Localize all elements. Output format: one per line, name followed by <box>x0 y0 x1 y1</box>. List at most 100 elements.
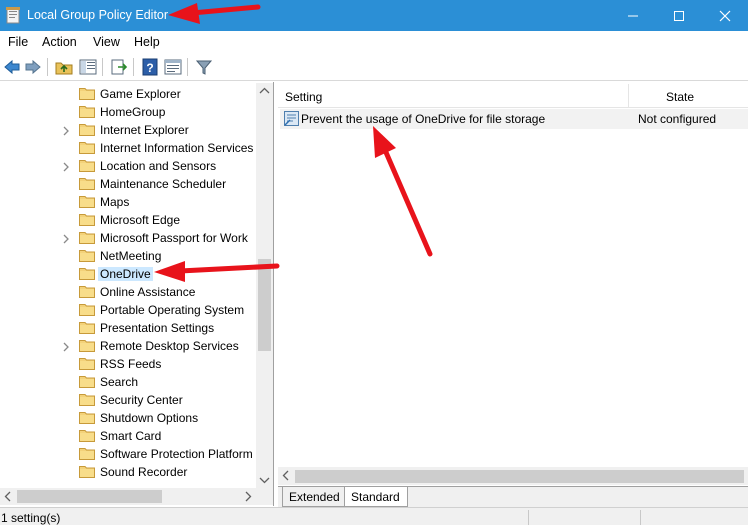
tree-horizontal-scrollbar[interactable] <box>0 488 256 505</box>
folder-icon <box>79 339 95 352</box>
toolbar: ? <box>0 53 748 81</box>
policy-editor-app-icon <box>6 7 20 24</box>
tree-hscroll-thumb[interactable] <box>17 490 162 503</box>
tree-item[interactable]: Microsoft Edge <box>0 211 254 229</box>
tree-scroll-thumb[interactable] <box>258 259 271 351</box>
tree-item-label: Remote Desktop Services <box>100 339 239 353</box>
show-hide-tree-icon[interactable] <box>79 58 97 76</box>
svg-text:?: ? <box>146 61 153 75</box>
menu-bar: File Action View Help <box>0 31 748 53</box>
folder-icon <box>79 213 95 226</box>
tree-item[interactable]: Remote Desktop Services <box>0 337 254 355</box>
back-arrow-icon[interactable] <box>3 58 21 76</box>
tab-extended[interactable]: Extended <box>282 487 346 507</box>
tree-item[interactable]: Search <box>0 373 254 391</box>
help-icon[interactable]: ? <box>141 58 159 76</box>
tree-item-label: Portable Operating System <box>100 303 245 317</box>
tree-item[interactable]: OneDrive <box>0 265 254 283</box>
tree-item[interactable]: NetMeeting <box>0 247 254 265</box>
status-divider <box>640 510 641 525</box>
tree-item[interactable]: Online Assistance <box>0 283 254 301</box>
tree-item[interactable]: Microsoft Passport for Work <box>0 229 254 247</box>
chevron-right-icon[interactable] <box>62 341 70 352</box>
tree-item-label: Presentation Settings <box>100 321 215 335</box>
folder-icon <box>79 375 95 388</box>
tree-item[interactable]: Maps <box>0 193 254 211</box>
column-state-header[interactable]: State <box>666 90 694 104</box>
folder-icon <box>79 141 95 154</box>
policy-setting-icon <box>284 111 299 126</box>
tree-item[interactable]: RSS Feeds <box>0 355 254 373</box>
folder-icon <box>79 249 95 262</box>
setting-name: Prevent the usage of OneDrive for file s… <box>301 112 546 126</box>
window-title: Local Group Policy Editor <box>27 8 169 22</box>
tree-item-label: Game Explorer <box>100 87 181 101</box>
tree-pane: Game Explorer HomeGroup Internet Explorer I… <box>0 82 274 506</box>
chevron-right-icon[interactable] <box>62 125 70 136</box>
tree-item-label: Sound Recorder <box>100 465 188 479</box>
toolbar-divider <box>133 58 134 76</box>
folder-icon <box>79 159 95 172</box>
tree-item[interactable]: Smart Card <box>0 427 254 445</box>
status-divider <box>528 510 529 525</box>
status-text: 1 setting(s) <box>1 511 61 525</box>
up-folder-icon[interactable] <box>55 58 73 76</box>
close-button[interactable] <box>702 0 748 31</box>
tree-item[interactable]: HomeGroup <box>0 103 254 121</box>
filter-icon[interactable] <box>195 58 213 76</box>
folder-icon <box>79 411 95 424</box>
properties-icon[interactable] <box>164 58 182 76</box>
tree-item-label: Internet Explorer <box>100 123 189 137</box>
chevron-right-icon[interactable] <box>62 161 70 172</box>
menu-file[interactable]: File <box>8 35 28 49</box>
tree-item[interactable]: Shutdown Options <box>0 409 254 427</box>
tree-item[interactable]: Game Explorer <box>0 85 254 103</box>
folder-icon <box>79 357 95 370</box>
list-item[interactable]: Prevent the usage of OneDrive for file s… <box>280 109 748 129</box>
tree-item-label: RSS Feeds <box>100 357 162 371</box>
tree-item[interactable]: Internet Information Services <box>0 139 254 157</box>
toolbar-divider <box>187 58 188 76</box>
tab-standard[interactable]: Standard <box>344 487 408 507</box>
minimize-button[interactable] <box>610 0 656 31</box>
scroll-left-arrow-icon[interactable] <box>278 467 295 484</box>
folder-icon <box>79 195 95 208</box>
menu-view[interactable]: View <box>93 35 120 49</box>
tree-item[interactable]: Software Protection Platform <box>0 445 254 463</box>
folder-icon <box>79 429 95 442</box>
column-setting-header[interactable]: Setting <box>285 90 322 104</box>
toolbar-divider <box>102 58 103 76</box>
folder-icon <box>79 177 95 190</box>
tree-item[interactable]: Maintenance Scheduler <box>0 175 254 193</box>
scroll-down-arrow-icon[interactable] <box>256 471 273 488</box>
scroll-right-arrow-icon[interactable] <box>239 488 256 505</box>
forward-arrow-icon[interactable] <box>24 58 42 76</box>
setting-state: Not configured <box>638 112 717 126</box>
tree-item[interactable]: Internet Explorer <box>0 121 254 139</box>
scroll-up-arrow-icon[interactable] <box>256 83 273 100</box>
folder-icon <box>79 393 95 406</box>
export-list-icon[interactable] <box>110 58 128 76</box>
maximize-button[interactable] <box>656 0 702 31</box>
list-horizontal-scrollbar[interactable] <box>278 467 748 485</box>
folder-icon <box>79 87 95 100</box>
tree-item[interactable]: Security Center <box>0 391 254 409</box>
tree-item[interactable]: Presentation Settings <box>0 319 254 337</box>
folder-icon <box>79 231 95 244</box>
chevron-right-icon[interactable] <box>62 233 70 244</box>
folder-icon <box>79 285 95 298</box>
tree-vertical-scrollbar[interactable] <box>256 83 273 488</box>
tree-item-label: Security Center <box>100 393 183 407</box>
tree-item[interactable]: Location and Sensors <box>0 157 254 175</box>
tree-item-label: OneDrive <box>98 267 153 281</box>
menu-help[interactable]: Help <box>134 35 160 49</box>
tree-item[interactable]: Portable Operating System <box>0 301 254 319</box>
menu-action[interactable]: Action <box>42 35 77 49</box>
scroll-left-arrow-icon[interactable] <box>0 488 17 505</box>
tree-item[interactable]: Sound Recorder <box>0 463 254 481</box>
column-divider[interactable] <box>628 84 629 108</box>
view-tabs: Extended Standard <box>278 486 748 507</box>
list-hscroll-thumb[interactable] <box>295 470 744 483</box>
tree-item-label: HomeGroup <box>100 105 166 119</box>
toolbar-divider <box>47 58 48 76</box>
